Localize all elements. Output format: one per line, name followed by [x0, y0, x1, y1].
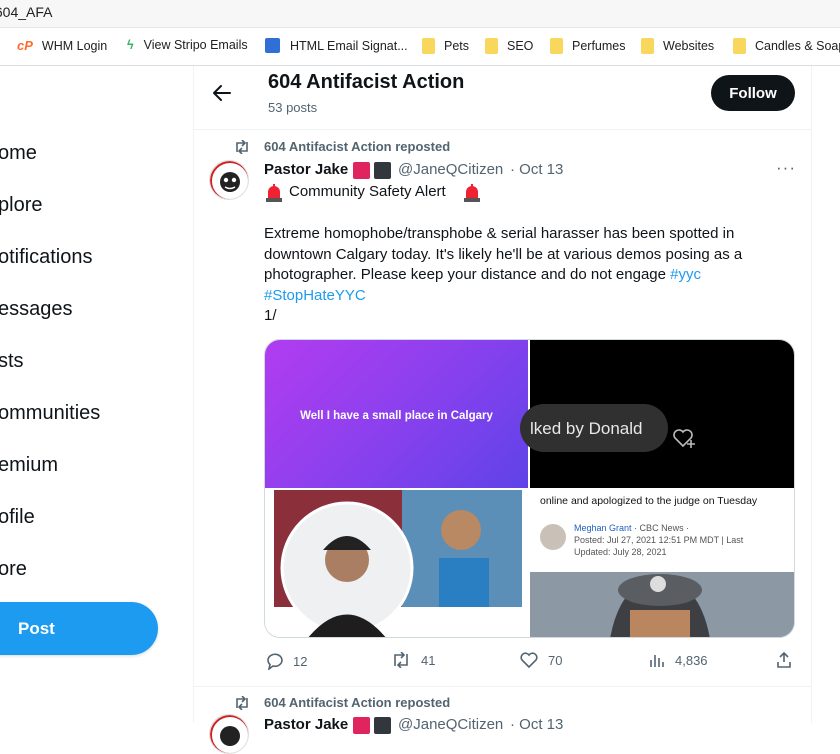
hashtag-link[interactable]: #yyc [670, 266, 701, 283]
bookmarks-bar: cP WHM Login ϟ View Stripo Emails HTML E… [0, 28, 840, 66]
media-tile-photos[interactable] [265, 490, 528, 637]
reply-icon [267, 653, 283, 670]
heart-icon [520, 652, 538, 668]
author-name[interactable]: Pastor Jake [264, 716, 348, 733]
media-tile-screenshot[interactable]: lked by Donald [520, 340, 794, 488]
bookmark-whm-login[interactable]: cP WHM Login [17, 38, 107, 53]
repost-label: 604 Antifacist Action reposted [264, 139, 451, 154]
avatar[interactable] [209, 714, 249, 754]
nav-item-lists[interactable]: sts [0, 350, 24, 373]
repost-button[interactable]: 41 [391, 652, 435, 668]
share-button[interactable] [776, 652, 802, 668]
media-tile-text-post[interactable]: Well I have a small place in Calgary [265, 340, 528, 488]
black-square-icon [374, 717, 391, 734]
siren-icon [264, 183, 284, 208]
reply-count: 12 [293, 653, 308, 669]
nav-item-more[interactable]: ore [0, 558, 27, 581]
nav-item-explore[interactable]: plore [0, 194, 42, 217]
bookmark-folder-websites[interactable]: Websites [641, 38, 714, 54]
tweet-divider [193, 686, 812, 687]
url-text: /604_AFA [0, 4, 53, 20]
tweet-headline: Community Safety Alert [289, 183, 446, 200]
view-count: 4,836 [675, 652, 708, 668]
cpanel-icon: cP [17, 38, 33, 53]
nav-item-communities[interactable]: ommunities [0, 402, 100, 425]
stripo-icon: ϟ [127, 38, 134, 52]
like-count: 70 [548, 652, 563, 668]
share-icon [777, 652, 791, 668]
red-square-icon [353, 717, 370, 734]
author-name[interactable]: Pastor Jake [264, 161, 348, 178]
author-handle[interactable]: @JaneQCitizen [398, 716, 503, 733]
analytics-icon [650, 655, 664, 667]
tweet-date[interactable]: · Oct 13 [510, 161, 563, 178]
article-photo [530, 572, 794, 637]
signature-icon [265, 38, 280, 53]
header-divider [193, 129, 812, 130]
nav-item-messages[interactable]: essages [0, 298, 73, 321]
nav-item-notifications[interactable]: otifications [0, 246, 93, 269]
bookmark-folder-perfumes[interactable]: Perfumes [550, 38, 626, 54]
siren-icon [462, 183, 482, 208]
folder-icon [733, 38, 746, 54]
bookmark-view-stripo-emails[interactable]: ϟ View Stripo Emails [127, 38, 248, 52]
like-button[interactable]: 70 [520, 652, 562, 668]
bookmark-html-email-signature[interactable]: HTML Email Signat... [265, 38, 408, 53]
folder-icon [641, 38, 654, 54]
author-handle[interactable]: @JaneQCitizen [398, 161, 503, 178]
media-grid[interactable]: Well I have a small place in Calgary lke… [264, 339, 795, 638]
reply-button[interactable]: 12 [265, 652, 307, 670]
profile-name-title: 604 Antifacist Action [268, 71, 465, 93]
nav-item-profile[interactable]: ofile [0, 506, 35, 529]
follow-button[interactable]: Follow [711, 75, 795, 111]
folder-icon [550, 38, 563, 54]
posts-count: 53 posts [268, 100, 318, 115]
avatar[interactable] [209, 160, 249, 200]
more-options-icon[interactable]: ··· [776, 158, 796, 178]
tweet-date[interactable]: · Oct 13 [510, 716, 563, 733]
address-bar[interactable]: /604_AFA [0, 0, 840, 28]
heart-add-icon [672, 427, 698, 454]
bookmark-folder-pets[interactable]: Pets [422, 38, 469, 54]
folder-icon [485, 38, 498, 54]
views-button[interactable]: 4,836 [649, 652, 708, 668]
post-button[interactable]: Post [0, 602, 158, 655]
repost-icon [233, 139, 251, 159]
red-square-icon [353, 162, 370, 179]
byline-avatar [540, 524, 566, 550]
bookmark-folder-seo[interactable]: SEO [485, 38, 533, 54]
repost-icon [233, 695, 251, 715]
black-square-icon [374, 162, 391, 179]
nav-item-premium[interactable]: emium [0, 454, 58, 477]
tweet-body: Extreme homophobe/transphobe & serial ha… [264, 225, 743, 324]
repost-count: 41 [421, 652, 436, 668]
bookmark-folder-candles-soap[interactable]: Candles & Soap [733, 38, 840, 54]
media-tile-news-article[interactable]: online and apologized to the judge on Tu… [530, 490, 794, 637]
hashtag-link[interactable]: #StopHateYYC [264, 287, 366, 304]
back-arrow-icon[interactable] [212, 84, 232, 107]
repost-icon [394, 652, 408, 668]
nav-item-home[interactable]: ome [0, 142, 37, 165]
folder-icon [422, 38, 435, 54]
repost-label: 604 Antifacist Action reposted [264, 695, 451, 710]
